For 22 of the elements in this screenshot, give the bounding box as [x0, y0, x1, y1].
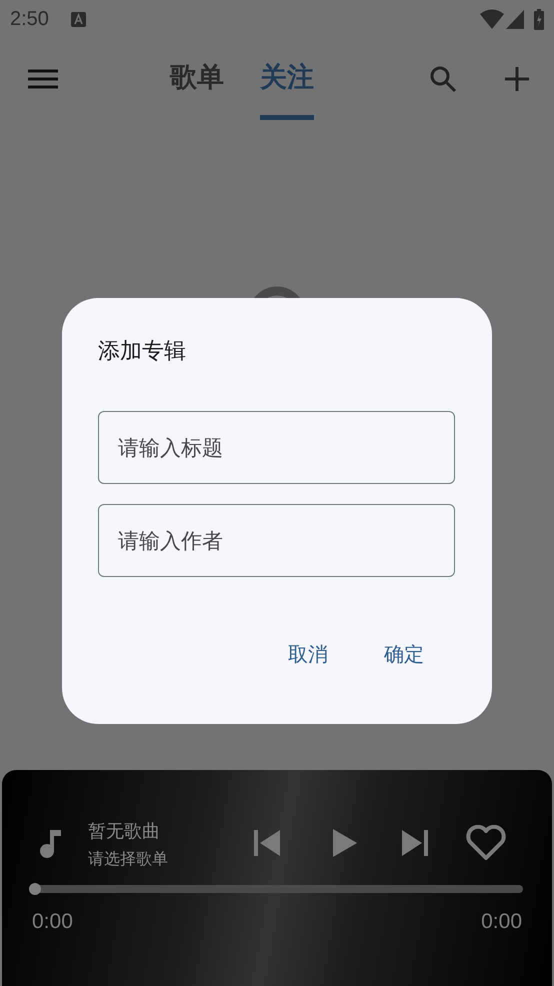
signal-icon	[506, 10, 524, 28]
skip-next-icon	[402, 830, 428, 856]
menu-icon	[28, 69, 58, 89]
dialog-button[interactable]: 确定	[376, 633, 432, 675]
song-title: 暂无歌曲	[88, 820, 161, 844]
elapsed-time: 0:00	[32, 909, 73, 935]
keyboard-icon	[70, 12, 86, 26]
search-icon	[429, 65, 457, 93]
skip-previous-icon	[254, 830, 280, 856]
battery-icon	[534, 8, 544, 30]
dialog-title: 添加专辑	[98, 338, 187, 366]
dialog-button[interactable]: 取消	[280, 633, 336, 675]
status-time: 2:50	[10, 7, 49, 32]
duration-time: 0:00	[481, 909, 522, 935]
song-subtitle: 请选择歌单	[88, 848, 168, 870]
input-field[interactable]: 请输入作者	[98, 504, 455, 577]
plus-icon	[505, 67, 529, 91]
play-icon	[333, 829, 357, 857]
heart-icon	[465, 825, 507, 861]
wifi-icon	[480, 9, 504, 29]
music-note-icon	[40, 828, 62, 858]
input-field[interactable]: 请输入标题	[98, 411, 455, 484]
